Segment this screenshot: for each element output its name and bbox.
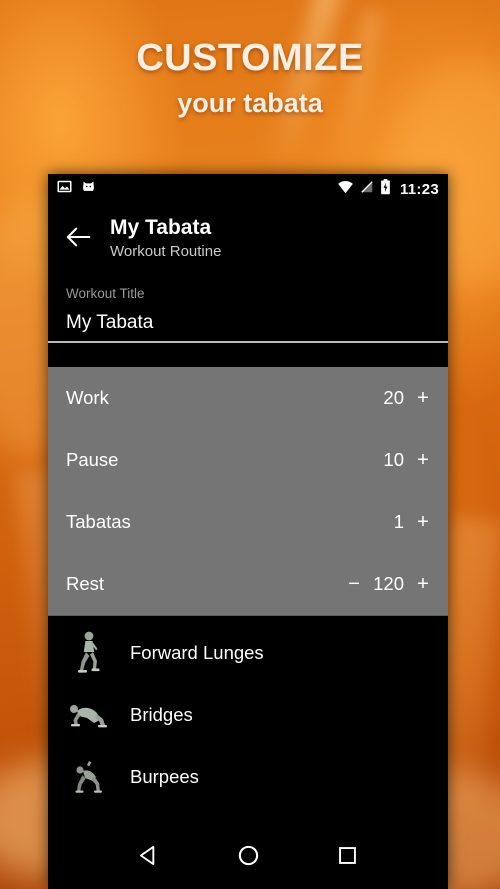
decrement-button[interactable]: − [347, 573, 361, 596]
exercise-name: Forward Lunges [130, 642, 264, 663]
workout-title-field[interactable]: Workout Title My Tabata [48, 276, 448, 343]
workout-title-label: Workout Title [66, 286, 145, 301]
exercise-name: Bridges [130, 704, 193, 725]
workout-title-underline [48, 341, 448, 343]
setting-value: 1 [393, 511, 404, 532]
setting-stepper: − 120 + [347, 573, 430, 596]
exercise-name: Burpees [130, 766, 199, 787]
battery-charging-icon [380, 178, 391, 200]
image-icon [57, 179, 72, 199]
promo-banner: CUSTOMIZE your tabata [0, 0, 500, 119]
settings-panel: Work 20 + Pause 10 + Tabatas 1 + Rest − … [48, 367, 448, 615]
status-bar-time: 11:23 [399, 180, 439, 198]
increment-button[interactable]: + [416, 449, 430, 472]
nav-home-icon[interactable] [237, 844, 260, 872]
app-bar: My Tabata Workout Routine [48, 204, 448, 276]
burpee-figure-thumbnail [66, 754, 112, 800]
increment-button[interactable]: + [416, 511, 430, 534]
phone-mockup: 11:23 My Tabata Workout Routine Workout … [48, 174, 448, 889]
list-item[interactable]: Forward Lunges [48, 622, 448, 684]
list-item[interactable]: Bridges [48, 684, 448, 746]
setting-row-rest[interactable]: Rest − 120 + [66, 553, 430, 615]
setting-stepper: 20 + [348, 387, 430, 410]
lunge-figure-thumbnail [66, 630, 112, 676]
promo-title: CUSTOMIZE [136, 37, 364, 79]
status-bar: 11:23 [48, 174, 448, 204]
setting-label: Tabatas [66, 511, 131, 532]
setting-value: 20 [383, 387, 404, 408]
nav-back-icon[interactable] [138, 844, 161, 872]
setting-value: 120 [373, 573, 404, 594]
app-bar-titles: My Tabata Workout Routine [110, 214, 221, 260]
cat-icon [81, 179, 96, 199]
back-arrow-icon[interactable] [48, 214, 110, 248]
nav-recents-icon[interactable] [337, 845, 358, 871]
list-item[interactable]: Burpees [48, 746, 448, 808]
increment-button[interactable]: + [416, 387, 430, 410]
setting-label: Rest [66, 573, 105, 594]
promo-subtitle: your tabata [177, 88, 323, 118]
exercise-list: Forward Lunges Bridges Burpees [48, 616, 448, 827]
setting-row-pause[interactable]: Pause 10 + [66, 429, 430, 491]
setting-stepper: 1 + [348, 511, 430, 534]
android-navigation-bar [48, 827, 448, 889]
page-title: My Tabata [110, 216, 212, 239]
workout-title-input[interactable]: My Tabata [66, 301, 430, 334]
page-subtitle: Workout Routine [110, 243, 222, 261]
status-bar-system-icons: 11:23 [337, 178, 439, 200]
setting-stepper: 10 + [348, 449, 430, 472]
wifi-icon [337, 180, 354, 199]
signal-off-icon [360, 180, 374, 199]
setting-label: Work [66, 387, 109, 408]
increment-button[interactable]: + [416, 573, 430, 596]
spacer [48, 343, 448, 367]
setting-value: 10 [383, 449, 404, 470]
setting-label: Pause [66, 449, 119, 470]
setting-row-tabatas[interactable]: Tabatas 1 + [66, 491, 430, 553]
bridge-figure-thumbnail [66, 692, 112, 738]
setting-row-work[interactable]: Work 20 + [66, 367, 430, 429]
status-bar-notifications [57, 179, 96, 199]
